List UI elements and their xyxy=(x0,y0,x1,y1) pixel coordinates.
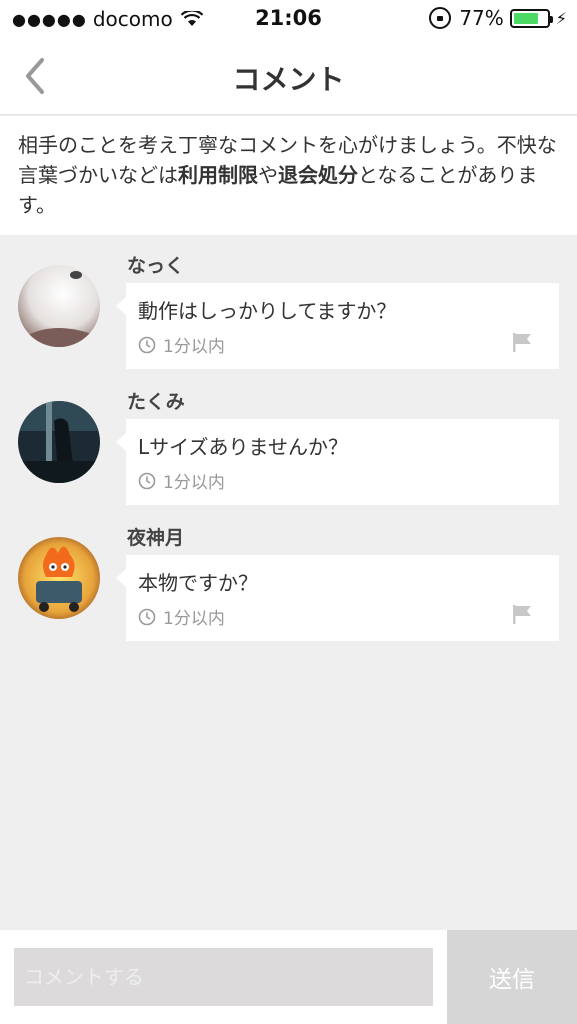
comment-input-bar: 送信 xyxy=(0,930,577,1024)
comment-username: たくみ xyxy=(127,391,185,413)
comment-text: Lサイズありませんか？ xyxy=(138,435,348,459)
avatar[interactable] xyxy=(18,401,100,483)
notice-bold-usage-restriction: 利用制限 xyxy=(178,163,258,187)
comment-item: なっく 動作はしっかりしてますか？ 1分以内 xyxy=(0,235,577,369)
status-bar: ●●●●● docomo 21:06 77% ⚡ xyxy=(0,0,577,38)
comment-time: 1分以内 xyxy=(163,337,225,357)
comment-meta: 1分以内 xyxy=(138,332,225,357)
notice-bold-withdrawal: 退会処分 xyxy=(278,163,358,187)
comment-item: たくみ Lサイズありませんか？ 1分以内 xyxy=(0,371,577,505)
comment-meta: 1分以内 xyxy=(138,604,225,629)
comment-text: 動作はしっかりしてますか？ xyxy=(138,299,397,323)
avatar[interactable] xyxy=(18,265,100,347)
page-title: コメント xyxy=(232,63,345,96)
rotation-lock-icon xyxy=(429,7,452,29)
comment-bubble: 本物ですか？ 1分以内 xyxy=(116,555,559,641)
send-button[interactable]: 送信 xyxy=(447,930,577,1024)
nav-bar: コメント xyxy=(0,38,577,115)
comment-bubble: Lサイズありませんか？ 1分以内 xyxy=(116,419,559,505)
clock-icon xyxy=(138,472,156,489)
comment-text: 本物ですか？ xyxy=(138,571,258,595)
charging-icon: ⚡ xyxy=(555,8,567,28)
comment-username: なっく xyxy=(127,255,185,277)
battery-icon xyxy=(509,8,553,28)
clock-icon xyxy=(138,608,156,625)
comment-input[interactable] xyxy=(14,948,433,1006)
status-right: 77% ⚡ xyxy=(429,6,567,30)
comment-item: 夜神月 本物ですか？ 1分以内 xyxy=(0,507,577,641)
avatar[interactable] xyxy=(18,537,100,619)
battery-tip xyxy=(549,15,553,23)
battery-fill xyxy=(513,12,539,24)
comment-time: 1分以内 xyxy=(163,473,225,493)
comment-bubble: 動作はしっかりしてますか？ 1分以内 xyxy=(116,283,559,369)
comment-guideline-notice: 相手のことを考え丁寧なコメントを心がけましょう。不快な言葉づかいなどは利用制限や… xyxy=(0,116,577,235)
comment-username: 夜神月 xyxy=(127,527,185,549)
clock-icon xyxy=(138,336,156,353)
report-flag-icon[interactable] xyxy=(511,331,533,353)
battery-percent: 77% xyxy=(459,6,504,30)
report-flag-icon[interactable] xyxy=(511,603,533,625)
comment-time: 1分以内 xyxy=(163,609,225,629)
comment-meta: 1分以内 xyxy=(138,468,225,493)
notice-text-2: や xyxy=(258,163,278,187)
